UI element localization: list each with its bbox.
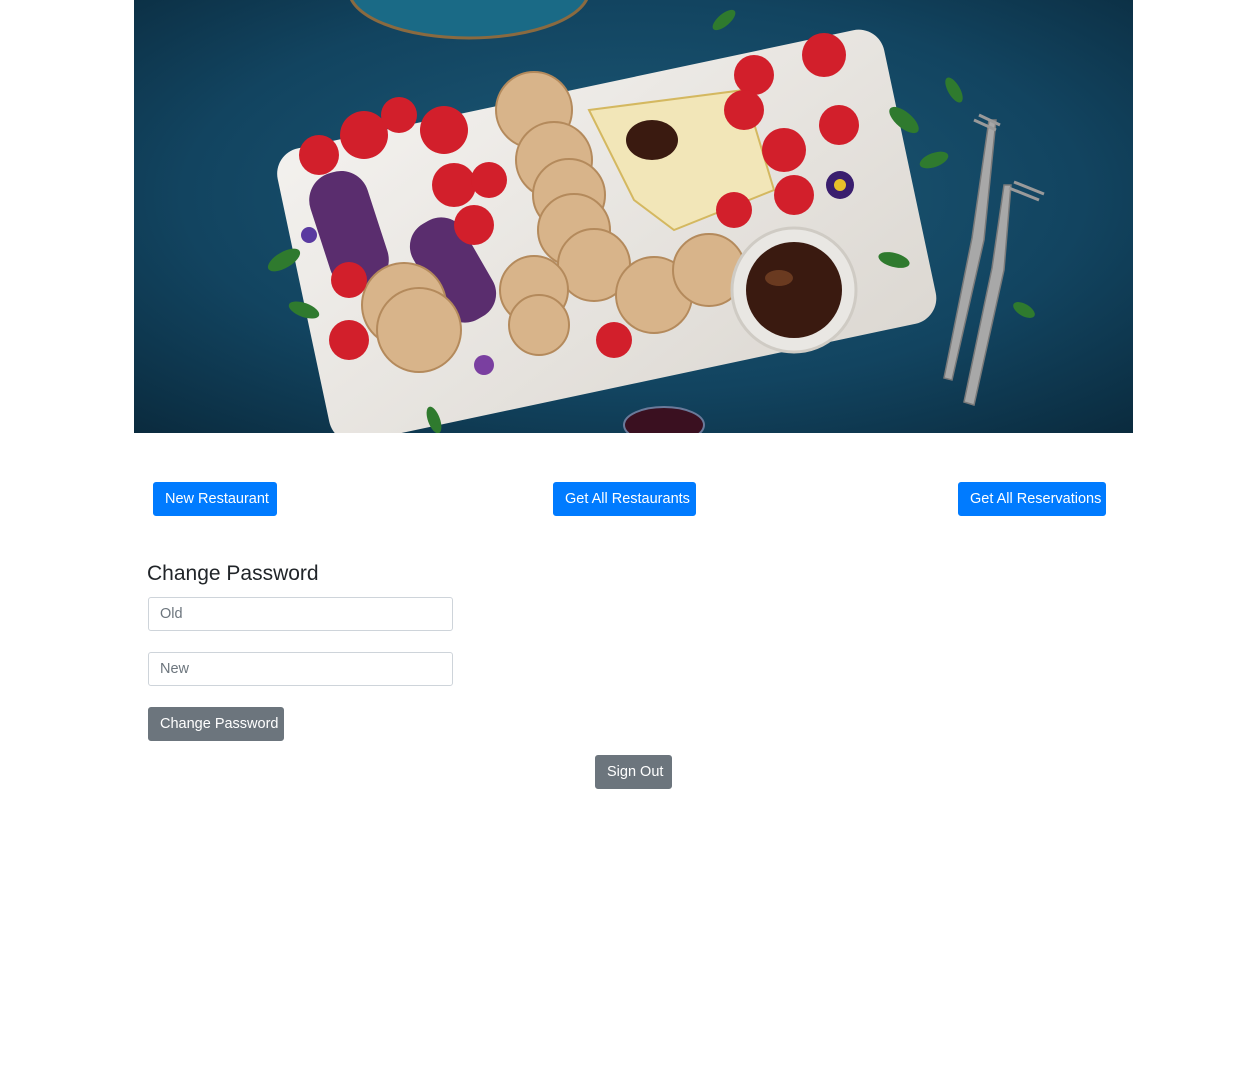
page: New Restaurant Get All Restaurants Get A… bbox=[0, 0, 1258, 1072]
new-password-input[interactable] bbox=[148, 652, 453, 686]
get-all-restaurants-button[interactable]: Get All Restaurants bbox=[553, 482, 696, 516]
sign-out-button[interactable]: Sign Out bbox=[595, 755, 672, 789]
new-restaurant-button[interactable]: New Restaurant bbox=[153, 482, 277, 516]
change-password-heading: Change Password bbox=[147, 562, 319, 585]
old-password-input[interactable] bbox=[148, 597, 453, 631]
food-platter-illustration bbox=[134, 0, 1133, 433]
hero-image bbox=[134, 0, 1133, 433]
get-all-reservations-button[interactable]: Get All Reservations bbox=[958, 482, 1106, 516]
change-password-button[interactable]: Change Password bbox=[148, 707, 284, 741]
